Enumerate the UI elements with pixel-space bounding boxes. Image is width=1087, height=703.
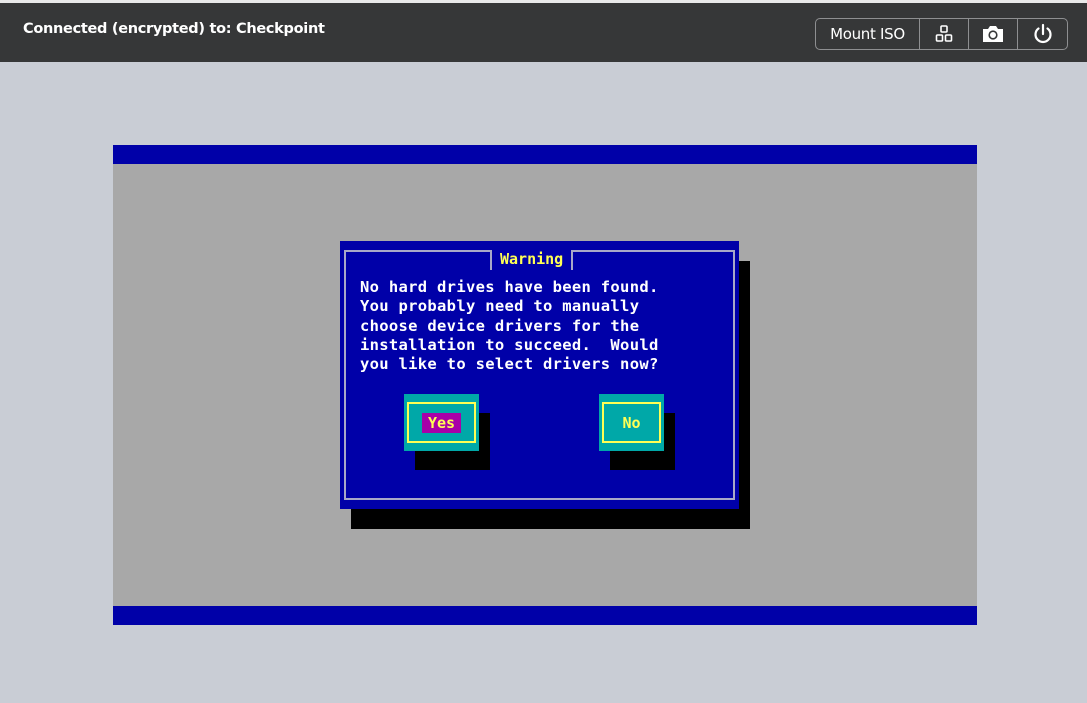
console-toolbar: Mount ISO (815, 18, 1068, 50)
screenshot-button[interactable] (969, 19, 1018, 49)
console-top-bar (113, 145, 977, 164)
remote-console-screen[interactable]: Warning No hard drives have been found. … (113, 145, 977, 625)
power-button[interactable] (1018, 19, 1067, 49)
send-keys-button[interactable] (920, 19, 969, 49)
keyboard-keys-icon (935, 25, 953, 43)
power-icon (1032, 23, 1054, 45)
console-bottom-bar (113, 606, 977, 625)
mount-iso-button[interactable]: Mount ISO (816, 19, 920, 49)
dialog-title: Warning (490, 250, 574, 270)
dialog-message: No hard drives have been found. You prob… (360, 278, 659, 374)
yes-button-label: Yes (421, 412, 462, 433)
no-button[interactable]: No (599, 394, 664, 451)
connection-title: Connected (encrypted) to: Checkpoint (23, 21, 325, 37)
no-button-frame: No (602, 402, 661, 443)
camera-icon (981, 25, 1005, 43)
yes-button[interactable]: Yes (404, 394, 479, 451)
warning-dialog: Warning No hard drives have been found. … (340, 241, 739, 509)
yes-button-focus-frame: Yes (407, 402, 476, 443)
no-button-label: No (622, 413, 641, 432)
remote-console-header: Connected (encrypted) to: Checkpoint Mou… (0, 3, 1087, 62)
